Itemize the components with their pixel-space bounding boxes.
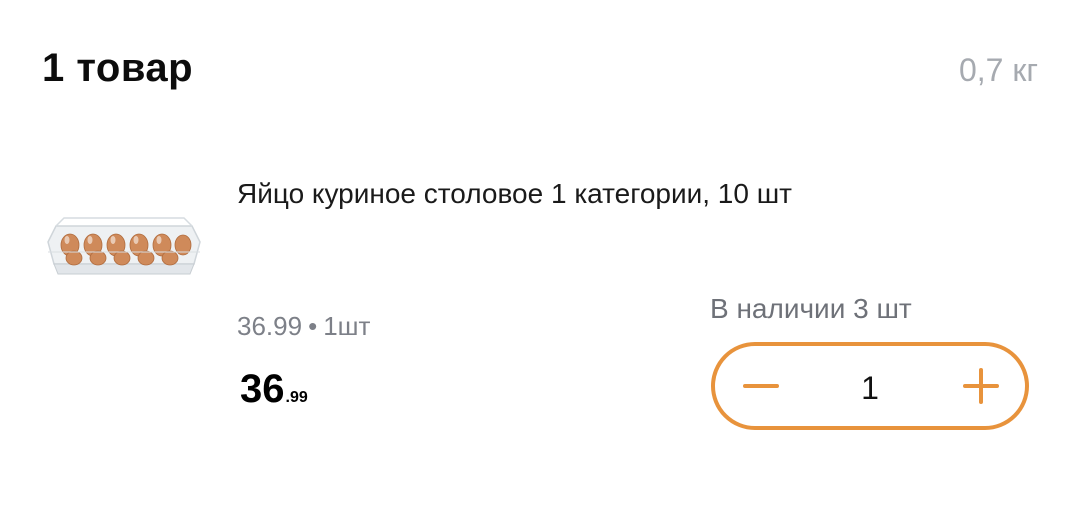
- cart-total-weight: 0,7 кг: [958, 52, 1038, 88]
- product-price: 36.99: [240, 367, 308, 412]
- increase-quantity-button[interactable]: [959, 364, 1003, 408]
- unit-separator: •: [308, 311, 318, 341]
- egg-carton-icon: [47, 217, 201, 275]
- price-cents: .99: [285, 389, 308, 406]
- egg-carton-image[interactable]: [44, 212, 204, 288]
- cart-count-title: 1 товар: [42, 46, 194, 90]
- unit-label: 1шт: [323, 311, 371, 341]
- plus-icon: [963, 368, 999, 404]
- price-main: 36: [240, 367, 285, 411]
- stock-status: В наличии 3 шт: [710, 293, 912, 324]
- product-name[interactable]: Яйцо куриное столовое 1 категории, 10 шт: [237, 178, 792, 210]
- unit-price-value: 36.99: [237, 311, 303, 341]
- unit-price: 36.99 • 1шт: [237, 311, 370, 342]
- quantity-stepper: 1: [711, 342, 1029, 430]
